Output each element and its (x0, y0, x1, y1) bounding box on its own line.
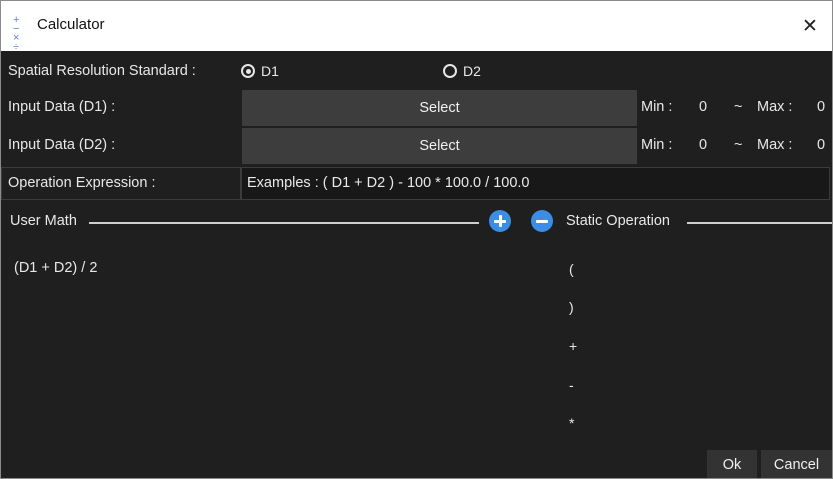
min-value: 0 (699, 99, 708, 115)
min-label: Min : (641, 99, 673, 115)
max-label: Max : (757, 137, 793, 153)
calculator-icon: + − × ÷ (13, 14, 21, 53)
user-math-item[interactable]: (D1 + D2) / 2 (14, 260, 97, 276)
operation-item[interactable]: - (569, 377, 609, 393)
ok-button[interactable]: Ok (707, 450, 757, 478)
operation-item[interactable]: ) (569, 299, 609, 315)
range-tilde: ~ (734, 99, 743, 115)
close-button[interactable]: ✕ (788, 1, 832, 51)
cancel-button[interactable]: Cancel (761, 450, 832, 478)
static-operation-divider (687, 222, 832, 224)
radio-d1-label: D1 (261, 63, 279, 79)
radio-d1[interactable]: D1 (241, 63, 279, 79)
remove-button[interactable] (531, 210, 553, 232)
max-value: 0 (817, 99, 826, 115)
operation-item[interactable]: + (569, 338, 609, 354)
input-d1-row: Input Data (D1) : Select Min : 0 ~ Max :… (1, 89, 832, 127)
radio-d2[interactable]: D2 (443, 63, 481, 79)
user-math-divider (89, 222, 479, 224)
minus-icon (536, 219, 548, 223)
expression-label: Operation Expression : (8, 175, 156, 191)
add-button[interactable] (489, 210, 511, 232)
window-title: Calculator (37, 16, 105, 33)
select-d2-button[interactable]: Select (242, 128, 637, 164)
min-value: 0 (699, 137, 708, 153)
operation-item[interactable]: ( (569, 261, 609, 277)
expression-row: Operation Expression : Examples : ( D1 +… (1, 165, 832, 203)
radio-d1-indicator (241, 64, 255, 78)
static-operation-title: Static Operation (566, 213, 672, 229)
radio-d2-label: D2 (463, 63, 481, 79)
min-label: Min : (641, 137, 673, 153)
select-d1-button[interactable]: Select (242, 90, 637, 126)
operation-item[interactable]: * (569, 415, 609, 431)
max-value: 0 (817, 137, 826, 153)
max-label: Max : (757, 99, 793, 115)
input-d2-label: Input Data (D2) : (8, 137, 116, 153)
calculator-window: + − × ÷ Calculator ✕ Spatial Resolution S… (0, 0, 833, 479)
title-bar: + − × ÷ Calculator ✕ (1, 1, 832, 53)
user-math-title: User Math (10, 213, 79, 229)
spatial-resolution-row: Spatial Resolution Standard : D1 D2 (1, 53, 832, 91)
spatial-resolution-label: Spatial Resolution Standard : (8, 63, 196, 79)
input-d2-row: Input Data (D2) : Select Min : 0 ~ Max :… (1, 127, 832, 165)
radio-d2-indicator (443, 64, 457, 78)
range-tilde: ~ (734, 137, 743, 153)
expression-input[interactable]: Examples : ( D1 + D2 ) - 100 * 100.0 / 1… (241, 167, 830, 200)
input-d1-label: Input Data (D1) : (8, 99, 116, 115)
